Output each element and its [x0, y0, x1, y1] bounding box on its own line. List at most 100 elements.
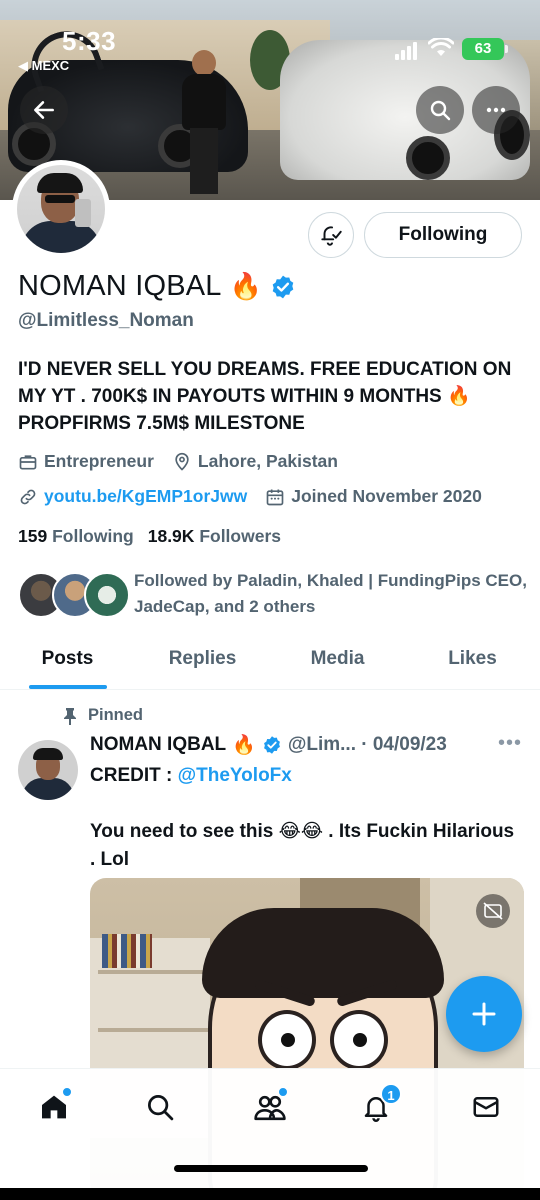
profile-category: Entrepreneur	[18, 451, 154, 472]
avatar-image	[17, 165, 105, 253]
nav-notifications[interactable]: 1	[350, 1083, 402, 1129]
location-label: Lahore, Pakistan	[197, 451, 338, 471]
screen-bottom-edge	[0, 1188, 540, 1200]
followers-count: 18.9K	[147, 526, 195, 546]
battery-indicator: 63	[462, 38, 508, 60]
verified-badge-icon[interactable]	[270, 274, 296, 300]
communities-unread-dot	[278, 1087, 288, 1097]
envelope-icon	[473, 1097, 499, 1117]
post-credit-line: CREDIT : @TheYoloFx	[90, 762, 520, 790]
bell-check-icon	[321, 226, 342, 246]
profile-website[interactable]: youtu.be/KgEMP1orJww	[18, 486, 247, 507]
search-button[interactable]	[416, 86, 464, 134]
pin-icon	[64, 707, 76, 725]
calendar-icon	[266, 489, 284, 505]
location-pin-icon	[175, 452, 189, 471]
status-time: 5:33	[62, 26, 117, 56]
avatar-cap	[33, 748, 63, 760]
verified-badge-icon	[263, 736, 280, 754]
media-shelf-line	[98, 1028, 210, 1032]
briefcase-icon	[19, 454, 37, 469]
following-button[interactable]: Following	[364, 212, 522, 258]
person-body	[182, 74, 226, 130]
search-icon	[148, 1095, 174, 1121]
cartoon-pupil	[281, 1033, 295, 1047]
followed-by-text: Followed by Paladin, Khaled | FundingPip…	[134, 571, 527, 616]
cartoon-hair	[202, 908, 444, 998]
profile-location: Lahore, Pakistan	[172, 451, 338, 472]
post-handle-date: @Lim... · 04/09/23	[287, 734, 447, 755]
bottom-navigation: 1	[0, 1068, 540, 1200]
avatar-torso	[22, 778, 74, 800]
profile-handle: @Limitless_Noman	[18, 310, 194, 331]
compose-post-button[interactable]	[446, 976, 522, 1052]
followers-label: Followers	[199, 526, 281, 546]
car-wheel	[406, 136, 450, 180]
status-bar: 5:33 ◀ MEXC 63	[0, 0, 540, 80]
following-label: Following	[52, 526, 134, 546]
media-shelf-line	[98, 970, 210, 974]
tab-posts[interactable]: Posts	[0, 636, 135, 689]
profile-tabs: Posts Replies Media Likes	[0, 636, 540, 690]
followed-by-section[interactable]: Followed by Paladin, Khaled | FundingPip…	[18, 568, 528, 624]
avatar-cap	[37, 173, 83, 193]
mutual-avatars	[18, 572, 130, 618]
post-text: CREDIT : @TheYoloFx You need to see this…	[90, 762, 520, 874]
link-icon	[20, 489, 36, 504]
follow-counts: 159 Following 18.9K Followers	[18, 526, 281, 547]
nav-home[interactable]	[28, 1085, 80, 1129]
captions-off-icon	[483, 902, 503, 920]
category-label: Entrepreneur	[44, 451, 154, 471]
profile-name-row: NOMAN IQBAL 🔥	[18, 270, 296, 303]
nav-messages[interactable]	[460, 1085, 512, 1129]
notifications-toggle-button[interactable]	[308, 212, 354, 258]
post-spacer	[90, 790, 520, 818]
fire-emoji: 🔥	[229, 271, 263, 301]
avatar-phone	[75, 199, 91, 227]
back-to-app-link[interactable]: ◀ MEXC	[18, 58, 69, 74]
profile-meta-row: Entrepreneur Lahore, Pakistan	[18, 451, 356, 472]
cartoon-eye	[258, 1010, 316, 1070]
profile-joined: Joined November 2020	[265, 486, 482, 507]
post-more-icon[interactable]: •••	[498, 732, 522, 755]
back-button[interactable]	[20, 86, 68, 134]
profile-name: NOMAN IQBAL	[18, 270, 222, 302]
credit-prefix: CREDIT :	[90, 765, 178, 786]
back-arrow-icon	[34, 101, 54, 119]
media-books	[102, 934, 152, 968]
following-count-link[interactable]: 159 Following	[18, 526, 134, 547]
cellular-signal-icon	[395, 42, 417, 60]
tab-likes[interactable]: Likes	[405, 636, 540, 689]
notifications-badge: 1	[380, 1083, 402, 1105]
nav-search[interactable]	[134, 1085, 186, 1129]
person-legs	[190, 128, 218, 194]
pinned-label: Pinned	[88, 706, 144, 724]
more-horizontal-icon	[486, 107, 506, 113]
post-author-name[interactable]: NOMAN IQBAL	[90, 734, 226, 756]
home-unread-dot	[62, 1087, 72, 1097]
cartoon-pupil	[353, 1033, 367, 1047]
cartoon-eye	[330, 1010, 388, 1070]
followers-count-link[interactable]: 18.9K Followers	[148, 526, 281, 547]
profile-avatar[interactable]	[12, 160, 110, 258]
more-button[interactable]	[472, 86, 520, 134]
plus-icon	[472, 1002, 496, 1026]
following-count: 159	[18, 526, 48, 546]
post-body: You need to see this 😂😂 . Its Fuckin Hil…	[90, 821, 515, 870]
post-header: NOMAN IQBAL 🔥 @Lim... · 04/09/23	[90, 733, 447, 757]
mutual-avatar	[84, 572, 130, 618]
pinned-indicator: Pinned	[62, 706, 143, 725]
tab-media[interactable]: Media	[270, 636, 405, 689]
captions-toggle-button[interactable]	[476, 894, 510, 928]
home-indicator[interactable]	[174, 1165, 368, 1172]
post-author-avatar[interactable]	[18, 740, 78, 800]
credit-mention-link[interactable]: @TheYoloFx	[178, 765, 292, 786]
avatar-sunglasses	[45, 195, 75, 203]
fire-emoji: 🔥	[232, 735, 256, 756]
tab-replies[interactable]: Replies	[135, 636, 270, 689]
joined-label: Joined November 2020	[291, 486, 482, 506]
nav-communities[interactable]	[244, 1085, 296, 1129]
profile-meta-row: youtu.be/KgEMP1orJww Joined November 202…	[18, 486, 500, 507]
wifi-icon	[427, 36, 455, 63]
website-link[interactable]: youtu.be/KgEMP1orJww	[44, 486, 247, 507]
